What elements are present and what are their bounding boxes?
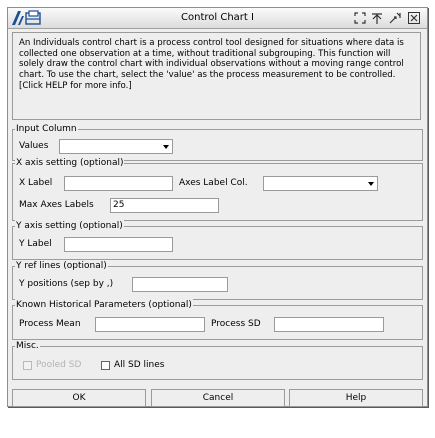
cancel-button[interactable]: Cancel <box>151 389 285 407</box>
x-axis-legend: X axis setting (optional) <box>15 157 125 169</box>
description-text: An Individuals control chart is a proces… <box>12 32 421 120</box>
help-button[interactable]: Help <box>289 389 423 407</box>
pooled-sd-label: Pooled SD <box>36 360 82 370</box>
process-mean-input[interactable] <box>95 317 205 332</box>
y-positions-input[interactable] <box>132 277 228 292</box>
all-sd-lines-checkbox[interactable] <box>101 361 110 370</box>
x-label-input[interactable] <box>64 176 173 191</box>
close-icon[interactable] <box>407 11 421 25</box>
y-ref-lines-legend: Y ref lines (optional) <box>15 260 108 272</box>
x-label-label: X Label <box>19 178 53 188</box>
process-sd-label: Process SD <box>211 319 261 329</box>
y-positions-label: Y positions (sep by ,) <box>19 279 114 289</box>
y-ref-lines-group: Y ref lines (optional) Y positions (sep … <box>12 260 423 300</box>
axes-label-col-label: Axes Label Col. <box>179 178 248 188</box>
input-column-legend: Input Column <box>15 123 78 135</box>
y-axis-legend: Y axis setting (optional) <box>15 220 124 232</box>
resize-icon[interactable] <box>388 11 402 25</box>
values-label: Values <box>19 141 49 151</box>
x-axis-group: X axis setting (optional) X Label Axes L… <box>12 157 423 221</box>
max-axes-labels-label: Max Axes Labels <box>19 200 94 210</box>
chevron-down-icon[interactable] <box>161 141 171 152</box>
pin-icon[interactable] <box>370 11 384 25</box>
known-params-legend: Known Historical Parameters (optional) <box>15 299 193 311</box>
max-axes-labels-input[interactable]: 25 <box>110 198 219 213</box>
y-axis-group: Y axis setting (optional) Y Label <box>12 220 423 260</box>
maximize-icon[interactable] <box>353 11 367 25</box>
pooled-sd-checkbox <box>23 361 32 370</box>
misc-group: Misc. Pooled SD All SD lines <box>12 340 423 380</box>
known-params-group: Known Historical Parameters (optional) P… <box>12 299 423 340</box>
process-sd-input[interactable] <box>274 317 384 332</box>
title-bar[interactable]: Control Chart I <box>8 8 427 29</box>
y-label-label: Y Label <box>19 239 52 249</box>
chevron-down-icon[interactable] <box>366 178 376 189</box>
axes-label-col-combo[interactable] <box>263 176 378 191</box>
dialog-window: Control Chart I An Individuals control c… <box>7 7 428 407</box>
values-combo[interactable] <box>59 139 173 154</box>
y-label-input[interactable] <box>64 237 173 252</box>
ok-button[interactable]: OK <box>12 389 146 407</box>
all-sd-lines-label[interactable]: All SD lines <box>114 359 164 371</box>
misc-legend: Misc. <box>15 340 40 352</box>
process-mean-label: Process Mean <box>19 319 81 329</box>
